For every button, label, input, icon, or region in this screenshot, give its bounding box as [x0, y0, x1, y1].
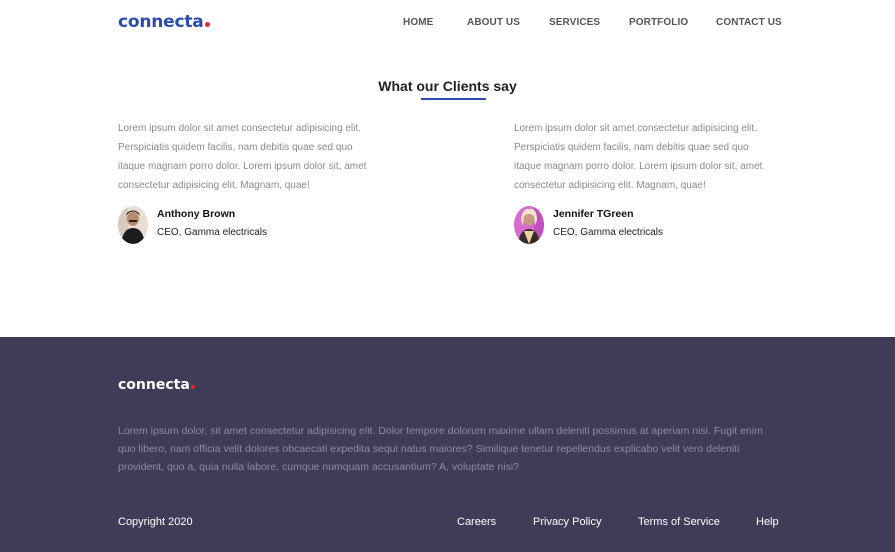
testimonial-quote: Lorem ipsum dolor sit amet consectetur a…: [514, 123, 763, 191]
page: connecta HOME ABOUT US SERVICES PORTFOLI…: [0, 0, 895, 552]
header: connecta HOME ABOUT US SERVICES PORTFOLI…: [0, 0, 895, 46]
author-name: Anthony Brown: [157, 208, 236, 220]
footer-description: Lorem ipsum dolor, sit amet consectetur …: [118, 425, 763, 473]
testimonial-card: Lorem ipsum dolor sit amet consectetur a…: [514, 119, 784, 244]
nav-contact-us[interactable]: CONTACT US: [716, 17, 782, 28]
footer: connecta Lorem ipsum dolor, sit amet con…: [0, 337, 895, 552]
author-role: CEO, Gamma electricals: [553, 227, 664, 238]
testimonials-title: What our Clients say: [378, 78, 517, 94]
avatar: [118, 206, 148, 244]
footer-link-help[interactable]: Help: [756, 516, 779, 528]
nav-portfolio[interactable]: PORTFOLIO: [629, 17, 688, 28]
testimonial-author: Jennifer TGreen CEO, Gamma electricals: [514, 206, 784, 246]
author-role: CEO, Gamma electricals: [157, 227, 268, 238]
avatar: [514, 206, 544, 244]
logo-dot-icon: [190, 385, 195, 389]
testimonial-card: Lorem ipsum dolor sit amet consectetur a…: [118, 119, 388, 244]
title-underline: [421, 98, 486, 100]
copyright: Copyright 2020: [118, 516, 193, 528]
author-name: Jennifer TGreen: [553, 208, 634, 220]
testimonial-author: Anthony Brown CEO, Gamma electricals: [118, 206, 388, 246]
nav-home[interactable]: HOME: [403, 17, 433, 28]
main-nav: HOME ABOUT US SERVICES PORTFOLIO CONTACT…: [0, 17, 895, 31]
testimonial-quote: Lorem ipsum dolor sit amet consectetur a…: [118, 123, 367, 191]
footer-link-terms-of-service[interactable]: Terms of Service: [638, 516, 720, 528]
nav-about-us[interactable]: ABOUT US: [467, 17, 520, 28]
footer-link-privacy-policy[interactable]: Privacy Policy: [533, 516, 601, 528]
nav-services[interactable]: SERVICES: [549, 17, 600, 28]
footer-logo[interactable]: connecta: [118, 377, 195, 393]
footer-logo-text: connecta: [118, 377, 190, 393]
footer-link-careers[interactable]: Careers: [457, 516, 496, 528]
